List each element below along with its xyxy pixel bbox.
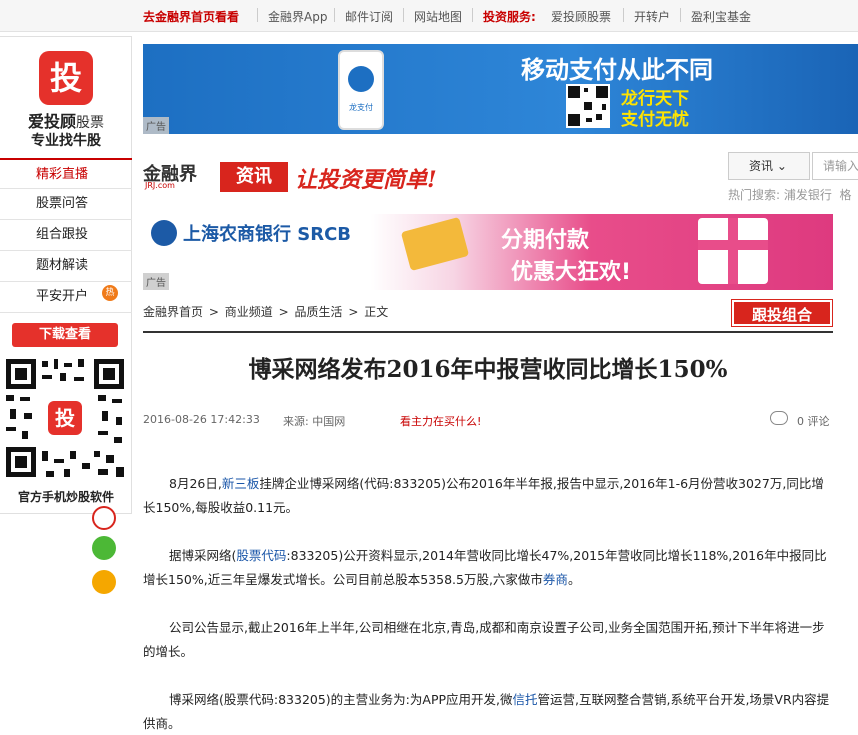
article-source: 来源: 中国网	[283, 415, 346, 428]
article-paragraph: 公司公告显示,截止2016年上半年,公司相继在北京,青岛,成都和南京设置子公司,…	[143, 620, 825, 659]
article-paragraph: 博采网络(股票代码:833205)的主营业务为:为APP应用开发,微信托管运营,…	[143, 688, 833, 735]
brand-thin: 股票	[76, 115, 104, 131]
banner-line1: 分期付款	[501, 228, 590, 253]
gift-box-image	[698, 218, 768, 284]
para-text: 据博采网络(	[169, 548, 237, 563]
chevron-right-icon: >	[208, 305, 219, 319]
gift-ribbon	[698, 240, 768, 250]
inline-link[interactable]: 股票代码	[236, 548, 286, 563]
menu-item-qa[interactable]: 股票问答	[0, 189, 132, 220]
follow-portfolio-button[interactable]: 跟投组合	[731, 299, 833, 327]
sitemap-link[interactable]: 网站地图	[414, 8, 462, 25]
divider	[403, 8, 404, 22]
select-label: 资讯	[749, 159, 774, 173]
site-domain: JRJ.com	[145, 181, 175, 190]
hot-search-label: 热门搜索:	[728, 188, 781, 202]
search-category-select[interactable]: 资讯 ⌄	[728, 152, 810, 180]
menu-item-topics[interactable]: 题材解读	[0, 251, 132, 282]
divider	[143, 331, 833, 333]
promo-link[interactable]: 看主力在买什么!	[400, 413, 481, 429]
article-title: 博采网络发布2016年中报营收同比增长150%	[248, 356, 728, 383]
brand-subtitle: 专业找牛股	[31, 133, 101, 149]
download-button[interactable]: 下载查看	[12, 323, 118, 347]
banner-qr-code	[566, 84, 610, 128]
chevron-down-icon: ⌄	[776, 159, 787, 173]
menu-item-pingan[interactable]: 平安开户热	[0, 282, 132, 313]
ad-label: 广告	[143, 273, 169, 290]
section-label[interactable]: 资讯	[220, 162, 288, 192]
search-input[interactable]: 请输入	[812, 152, 858, 180]
chevron-right-icon: >	[278, 305, 289, 319]
inline-link[interactable]: 新三板	[222, 476, 260, 491]
yinglibao-link[interactable]: 盈利宝基金	[691, 8, 751, 25]
menu-item-live[interactable]: 精彩直播	[0, 158, 132, 189]
article-paragraph: 据博采网络(股票代码:833205)公开资料显示,2014年营收同比增长47%,…	[143, 544, 833, 592]
qr-caption: 官方手机炒股软件	[17, 490, 114, 504]
credit-card-image	[400, 216, 470, 272]
open-account-link[interactable]: 开转户	[634, 8, 670, 25]
para-text: 。	[567, 572, 581, 587]
brand-title: 爱投顾股票	[0, 108, 132, 132]
wechat-share-icon[interactable]	[92, 536, 116, 560]
article-datetime: 2016-08-26 17:42:33	[143, 413, 260, 426]
weibo-share-icon[interactable]	[92, 506, 116, 530]
ad-label: 广告	[143, 117, 169, 134]
qr-code: 投	[2, 355, 128, 481]
gift-ribbon	[728, 218, 738, 284]
hot-badge: 热	[102, 285, 118, 301]
aitougu-link[interactable]: 爱投顾股票	[551, 8, 611, 25]
brand-bold: 爱投顾	[27, 112, 76, 131]
menu-item-portfolio[interactable]: 组合跟投	[0, 220, 132, 251]
inline-link[interactable]: 信托	[513, 692, 538, 707]
divider	[623, 8, 624, 22]
banner-title: 移动支付从此不同	[521, 56, 713, 84]
breadcrumb-section[interactable]: 品质生活	[294, 305, 342, 319]
inline-link[interactable]: 券商	[543, 572, 568, 587]
chevron-right-icon: >	[348, 305, 359, 319]
qzone-share-icon[interactable]	[92, 570, 116, 594]
divider	[334, 8, 335, 22]
top-ad-banner[interactable]: 龙支付 移动支付从此不同 龙行天下 支付无忧 广告	[143, 44, 858, 134]
hot-search: 热门搜索: 浦发银行 格	[728, 186, 852, 203]
breadcrumb-channel[interactable]: 商业频道	[225, 305, 273, 319]
home-link[interactable]: 去金融界首页看看	[143, 8, 239, 25]
divider	[257, 8, 258, 22]
top-nav: 去金融界首页看看 金融界App 邮件订阅 网站地图 投资服务: 爱投顾股票 开转…	[0, 0, 858, 32]
comment-icon[interactable]	[770, 411, 788, 425]
hot-search-item[interactable]: 格	[840, 188, 852, 202]
para-text: 博采网络(股票代码:833205)的主营业务为:为APP应用开发,微	[169, 692, 513, 707]
mail-subscribe-link[interactable]: 邮件订阅	[345, 8, 393, 25]
left-menu: 精彩直播 股票问答 组合跟投 题材解读 平安开户热	[0, 158, 132, 313]
left-app-panel: 投 爱投顾股票 专业找牛股 精彩直播 股票问答 组合跟投 题材解读 平安开户热 …	[0, 36, 132, 514]
aitougu-logo-icon: 投	[39, 51, 93, 105]
invest-services-label: 投资服务:	[483, 10, 536, 24]
para-text: 8月26日,	[169, 476, 222, 491]
divider	[472, 8, 473, 22]
phone-text: 龙支付	[349, 103, 373, 112]
ccb-logo-icon	[348, 66, 374, 92]
comment-count[interactable]: 0 评论	[797, 413, 830, 429]
mid-ad-banner[interactable]: 上海农商银行 SRCB 分期付款 优惠大狂欢! 广告	[143, 214, 833, 290]
hot-search-item[interactable]: 浦发银行	[784, 188, 832, 202]
phone-image: 龙支付	[338, 50, 384, 130]
divider	[680, 8, 681, 22]
srcb-logo-icon	[151, 220, 177, 246]
comment-label: 评论	[807, 415, 830, 428]
article-paragraph: 8月26日,新三板挂牌企业博采网络(代码:833205)公布2016年半年报,报…	[143, 472, 833, 520]
slogan: 让投资更简单!	[295, 167, 437, 193]
banner-line2: 优惠大狂欢!	[511, 260, 632, 285]
breadcrumb-current: 正文	[364, 305, 389, 319]
bank-name: 上海农商银行 SRCB	[183, 224, 352, 245]
breadcrumb: 金融界首页 > 商业频道 > 品质生活 > 正文	[143, 303, 390, 320]
qr-logo-char: 投	[55, 406, 75, 430]
comment-number: 0	[797, 415, 804, 428]
breadcrumb-home[interactable]: 金融界首页	[143, 305, 203, 319]
banner-line2: 支付无忧	[621, 110, 689, 130]
app-link[interactable]: 金融界App	[268, 8, 327, 25]
menu-item-label: 平安开户	[36, 289, 89, 304]
